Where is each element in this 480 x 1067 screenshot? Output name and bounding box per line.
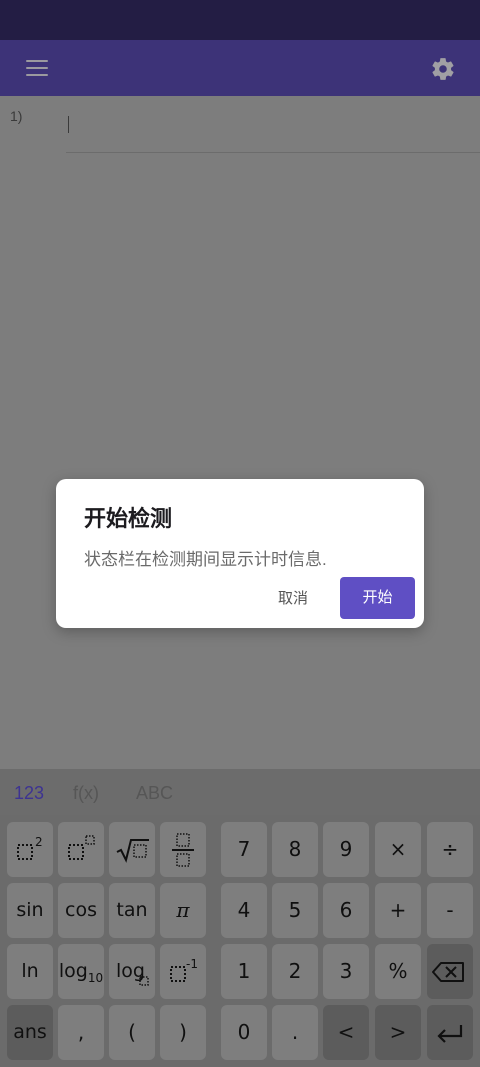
key-plus[interactable]: + — [375, 883, 421, 938]
key-inverse[interactable]: -1 — [160, 944, 206, 999]
key-0[interactable]: 0 — [221, 1005, 267, 1060]
tab-123[interactable]: 123 — [14, 783, 44, 804]
key-fraction[interactable] — [160, 822, 206, 877]
key-1[interactable]: 1 — [221, 944, 267, 999]
key-6[interactable]: 6 — [323, 883, 369, 938]
key-divide[interactable]: ÷ — [427, 822, 473, 877]
keyboard: 2 7 8 9 × ÷ sin cos tan π 4 5 6 + - ln l… — [0, 815, 480, 1067]
key-3[interactable]: 3 — [323, 944, 369, 999]
gear-icon[interactable] — [430, 56, 456, 82]
log-base-icon — [139, 976, 149, 986]
status-bar — [0, 0, 480, 40]
menu-icon[interactable] — [26, 60, 48, 76]
cancel-button[interactable]: 取消 — [266, 579, 320, 619]
inverse-icon: -1 — [170, 957, 198, 982]
key-enter[interactable] — [427, 1005, 473, 1060]
log10-label: log — [58, 960, 88, 982]
key-ans[interactable]: ans — [7, 1005, 53, 1060]
dialog-title: 开始检测 — [84, 506, 173, 531]
key-sin[interactable]: sin — [7, 883, 53, 938]
key-9[interactable]: 9 — [323, 822, 369, 877]
key-x-squared[interactable]: 2 — [7, 822, 53, 877]
key-right-paren[interactable]: ) — [160, 1005, 206, 1060]
start-detection-dialog: 开始检测 状态栏在检测期间显示计时信息. 取消 开始 — [56, 479, 424, 628]
key-tan[interactable]: tan — [109, 883, 155, 938]
key-dot[interactable]: . — [272, 1005, 318, 1060]
enter-icon — [437, 1025, 463, 1043]
start-button[interactable]: 开始 — [340, 577, 415, 619]
svg-text:-1: -1 — [186, 957, 198, 971]
app-bar — [0, 40, 480, 96]
key-pi[interactable]: π — [160, 883, 206, 938]
fraction-icon — [172, 833, 194, 867]
key-8[interactable]: 8 — [272, 822, 318, 877]
key-2[interactable]: 2 — [272, 944, 318, 999]
tab-functions[interactable]: f(x) — [73, 783, 99, 804]
text-cursor — [68, 116, 69, 133]
key-comma[interactable]: , — [58, 1005, 104, 1060]
svg-text:2: 2 — [35, 835, 43, 849]
x-power-icon — [68, 835, 95, 860]
key-percent[interactable]: % — [375, 944, 421, 999]
x-squared-icon: 2 — [17, 835, 43, 860]
key-ln[interactable]: ln — [7, 944, 53, 999]
key-7[interactable]: 7 — [221, 822, 267, 877]
editor-area[interactable] — [0, 96, 480, 769]
tab-abc[interactable]: ABC — [136, 783, 173, 804]
key-nth-root[interactable] — [109, 822, 155, 877]
key-cursor-right[interactable]: > — [375, 1005, 421, 1060]
key-left-paren[interactable]: ( — [109, 1005, 155, 1060]
key-times[interactable]: × — [375, 822, 421, 877]
row-number: 1) — [10, 108, 23, 124]
key-cos[interactable]: cos — [58, 883, 104, 938]
nth-root-icon — [116, 839, 149, 863]
key-minus[interactable]: - — [427, 883, 473, 938]
key-4[interactable]: 4 — [221, 883, 267, 938]
keyboard-tabs — [0, 769, 480, 815]
dialog-message: 状态栏在检测期间显示计时信息. — [84, 550, 327, 569]
log10-subscript: 10 — [87, 970, 104, 985]
key-backspace[interactable] — [427, 944, 473, 999]
backspace-icon — [432, 962, 464, 982]
row-divider — [66, 152, 480, 153]
key-log10[interactable]: log10 — [58, 944, 104, 999]
key-log-n[interactable]: log — [109, 944, 155, 999]
key-5[interactable]: 5 — [272, 883, 318, 938]
key-x-power[interactable] — [58, 822, 104, 877]
key-cursor-left[interactable]: < — [323, 1005, 369, 1060]
